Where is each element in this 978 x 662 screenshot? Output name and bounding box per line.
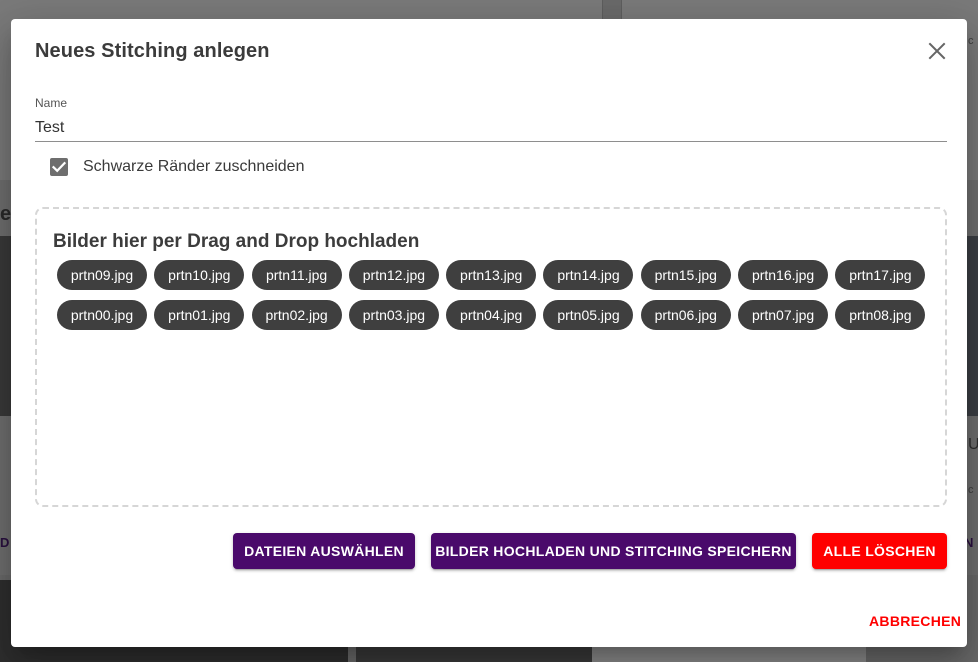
file-chip[interactable]: prtn15.jpg bbox=[640, 260, 731, 290]
file-chip[interactable]: prtn05.jpg bbox=[543, 300, 634, 330]
checkmark-icon bbox=[51, 161, 67, 173]
file-chip[interactable]: prtn02.jpg bbox=[251, 300, 342, 330]
close-button[interactable] bbox=[925, 39, 949, 63]
file-chip[interactable]: prtn04.jpg bbox=[446, 300, 537, 330]
background-partial-text: c bbox=[968, 35, 974, 47]
crop-borders-label: Schwarze Ränder zuschneiden bbox=[83, 158, 305, 175]
upload-and-save-button[interactable]: BILDER HOCHLADEN UND STITCHING SPEICHERN bbox=[431, 533, 796, 569]
file-chip[interactable]: prtn08.jpg bbox=[835, 300, 926, 330]
crop-borders-checkbox[interactable] bbox=[50, 158, 68, 176]
file-chip[interactable]: prtn16.jpg bbox=[738, 260, 829, 290]
file-chip[interactable]: prtn00.jpg bbox=[57, 300, 147, 330]
background-partial-link: D bbox=[0, 535, 10, 550]
file-chip[interactable]: prtn09.jpg bbox=[57, 260, 147, 290]
file-chip[interactable]: prtn03.jpg bbox=[348, 300, 439, 330]
image-dropzone[interactable]: Bilder hier per Drag and Drop hochladen … bbox=[35, 207, 947, 507]
file-chip[interactable]: prtn13.jpg bbox=[446, 260, 537, 290]
file-chip[interactable]: prtn14.jpg bbox=[543, 260, 634, 290]
file-chip[interactable]: prtn17.jpg bbox=[835, 260, 926, 290]
file-chip[interactable]: prtn10.jpg bbox=[154, 260, 245, 290]
file-chip[interactable]: prtn12.jpg bbox=[348, 260, 439, 290]
file-chip[interactable]: prtn11.jpg bbox=[251, 260, 342, 290]
background-divider bbox=[602, 0, 622, 20]
close-icon bbox=[928, 42, 946, 60]
file-chip[interactable]: prtn07.jpg bbox=[738, 300, 829, 330]
file-chip[interactable]: prtn01.jpg bbox=[154, 300, 245, 330]
cancel-button[interactable]: ABBRECHEN bbox=[869, 613, 961, 629]
dropzone-title: Bilder hier per Drag and Drop hochladen bbox=[53, 231, 420, 252]
background-image bbox=[966, 236, 978, 416]
background-partial-heading: e bbox=[0, 203, 12, 225]
dialog-title: Neues Stitching anlegen bbox=[35, 40, 270, 62]
delete-all-button[interactable]: ALLE LÖSCHEN bbox=[812, 533, 947, 569]
new-stitching-dialog: Neues Stitching anlegen Name Schwarze Rä… bbox=[11, 19, 967, 647]
name-field-label: Name bbox=[35, 96, 68, 110]
file-chip[interactable]: prtn06.jpg bbox=[640, 300, 731, 330]
background-partial-text: U bbox=[968, 436, 978, 453]
select-files-button[interactable]: DATEIEN AUSWÄHLEN bbox=[233, 533, 415, 569]
file-chip-list: prtn09.jpg prtn10.jpg prtn11.jpg prtn12.… bbox=[57, 260, 926, 330]
background-partial-text: c bbox=[968, 484, 974, 496]
name-input[interactable] bbox=[35, 115, 947, 142]
